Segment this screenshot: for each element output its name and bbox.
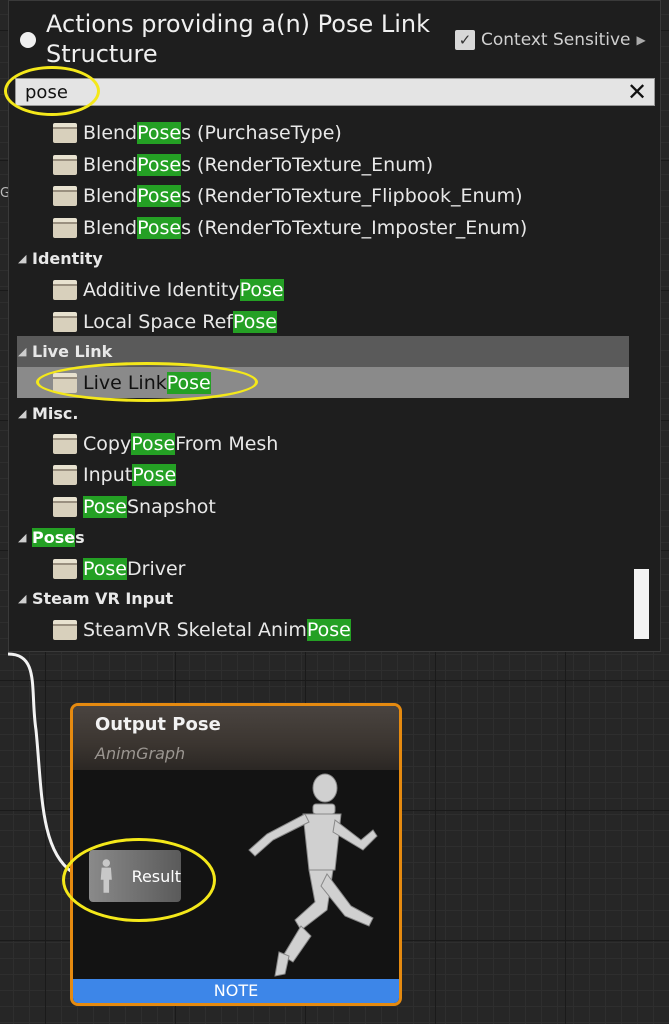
category-row[interactable]: ◢ Identity [17,243,629,274]
search-match-highlight: Pose [239,278,284,301]
action-label-text: Copy [83,432,132,455]
radio-dot-icon [20,32,36,48]
scrollbar-thumb[interactable] [634,569,649,639]
category-row[interactable]: ◢ Misc. [17,398,629,429]
action-item[interactable]: Blend Pose s (RenderToTexture_Flipbook_En… [17,180,629,211]
action-label-text: Steam VR Input [32,589,174,608]
expand-triangle-icon[interactable]: ◢ [18,345,29,358]
action-label-text: Blend [83,216,138,239]
action-menu: Actions providing a(n) Pose Link Structu… [8,0,661,652]
anim-node-icon [53,122,77,143]
action-item[interactable]: Blend Pose s (RenderToTexture_Imposter_En… [17,212,629,243]
action-menu-header: Actions providing a(n) Pose Link Structu… [9,1,660,75]
action-label-text: Live Link [32,342,113,361]
node-subtitle: AnimGraph [95,744,186,763]
action-label-text: s (PurchaseType) [181,121,342,144]
action-label-text: SteamVR Skeletal Anim [83,618,307,641]
action-label-text: Misc. [32,404,79,423]
anim-node-icon [53,311,77,332]
edge-glyph: G [0,186,11,201]
search-match-highlight: Pose [306,618,351,641]
search-match-highlight: Pose [32,528,76,547]
action-item[interactable]: SteamVR Skeletal Anim Pose [17,614,629,645]
expand-triangle-icon[interactable]: ◢ [18,531,29,544]
search-match-highlight: Pose [83,557,127,580]
search-match-highlight: Pose [137,216,182,239]
anim-node-icon [53,619,77,640]
anim-node-icon [53,279,77,300]
action-label-text: Blend [83,121,138,144]
action-label-text: Driver [127,557,186,580]
running-mannequin-icon [248,773,378,977]
search-match-highlight: Pose [131,432,176,455]
action-label-text: Blend [83,153,138,176]
note-bar[interactable]: NOTE [73,979,399,1003]
anim-node-icon [53,433,77,454]
action-label-text: Identity [32,249,103,268]
anim-node-icon [53,217,77,238]
search-match-highlight: Pose [137,184,182,207]
search-match-highlight: Pose [132,463,177,486]
action-menu-title: Actions providing a(n) Pose Link Structu… [46,10,431,68]
search-input[interactable] [16,79,616,105]
chevron-right-icon[interactable]: ▶ [637,33,646,47]
action-label-text: Local Space Ref [83,310,233,333]
action-item[interactable]: Blend Pose s (PurchaseType) [17,117,629,148]
action-label-text: s [75,528,85,547]
search-match-highlight: Pose [137,121,182,144]
action-item[interactable]: Blend Pose s (RenderToTexture_Enum) [17,149,629,180]
close-icon[interactable]: ✕ [624,79,650,105]
category-row[interactable]: ◢ Steam VR Input [17,583,629,614]
expand-triangle-icon[interactable]: ◢ [18,592,29,605]
anim-node-icon [53,154,77,175]
action-item[interactable]: Additive Identity Pose [17,274,629,305]
action-label-text: s (RenderToTexture_Flipbook_Enum) [181,184,523,207]
action-label-text: From Mesh [175,432,279,455]
action-label-text: s (RenderToTexture_Imposter_Enum) [181,216,528,239]
search-match-highlight: Pose [137,153,182,176]
search-box[interactable]: ✕ [15,78,655,106]
action-label-text: s (RenderToTexture_Enum) [181,153,434,176]
action-label-text: Additive Identity [83,278,240,301]
live-link-annotation-ellipse [36,362,258,402]
action-item[interactable]: Input Pose [17,459,629,490]
action-label-text: Blend [83,184,138,207]
context-sensitive-toggle[interactable]: ✓ Context Sensitive ▶ [455,29,646,51]
action-label-text: Input [83,463,133,486]
node-title: Output Pose [95,714,221,735]
anim-node-icon [53,558,77,579]
context-sensitive-label: Context Sensitive [481,30,631,50]
expand-triangle-icon[interactable]: ◢ [18,407,29,420]
action-item[interactable]: Pose Driver [17,553,629,584]
anim-node-icon [53,464,77,485]
action-item[interactable]: Copy Pose From Mesh [17,428,629,459]
search-match-highlight: Pose [232,310,277,333]
expand-triangle-icon[interactable]: ◢ [18,252,29,265]
checkmark-icon[interactable]: ✓ [455,30,475,50]
search-annotation-ellipse [4,66,100,116]
action-label-text: Snapshot [127,495,216,518]
anim-node-icon [53,185,77,206]
search-match-highlight: Pose [83,495,127,518]
action-item[interactable]: Pose Snapshot [17,491,629,522]
anim-node-icon [53,496,77,517]
result-annotation-ellipse [62,838,216,922]
category-row[interactable]: ◢ Pose s [17,522,629,553]
action-item[interactable]: Local Space Ref Pose [17,306,629,337]
node-header: Output Pose AnimGraph [73,706,399,770]
